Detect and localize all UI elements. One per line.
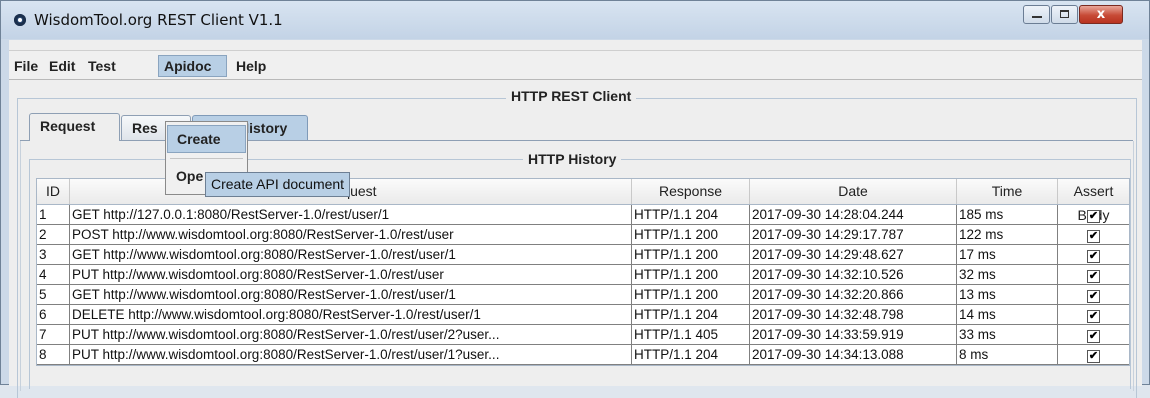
cell-response: HTTP/1.1 204 <box>632 345 750 365</box>
maximize-icon <box>1060 10 1069 18</box>
cell-request: GET http://127.0.0.1:8080/RestServer-1.0… <box>70 205 632 225</box>
cell-request: DELETE http://www.wisdomtool.org:8080/Re… <box>70 305 632 325</box>
table-row[interactable]: 5 GET http://www.wisdomtool.org:8080/Res… <box>37 285 1129 305</box>
title-bar[interactable]: WisdomTool.org REST Client V1.1 x <box>1 1 1149 39</box>
table-row[interactable]: 8 PUT http://www.wisdomtool.org:8080/Res… <box>37 345 1129 365</box>
cell-id: 2 <box>37 225 70 245</box>
cell-response: HTTP/1.1 204 <box>632 305 750 325</box>
table-row[interactable]: 1 GET http://127.0.0.1:8080/RestServer-1… <box>37 205 1129 225</box>
cell-assert-body: ✔ <box>1058 265 1129 285</box>
menu-bar: File Edit Test Apidoc Help <box>9 50 1142 80</box>
column-header-request[interactable]: Request <box>70 179 632 204</box>
cell-assert-body: ✔ <box>1058 285 1129 305</box>
cell-time: 13 ms <box>957 285 1058 305</box>
table-body: 1 GET http://127.0.0.1:8080/RestServer-1… <box>37 205 1129 365</box>
cell-request: PUT http://www.wisdomtool.org:8080/RestS… <box>70 265 632 285</box>
column-header-assert-body[interactable]: Assert Body <box>1058 179 1129 223</box>
assert-checkbox[interactable]: ✔ <box>1087 210 1100 223</box>
cell-response: HTTP/1.1 200 <box>632 285 750 305</box>
cell-date: 2017-09-30 14:29:48.627 <box>750 245 957 265</box>
cell-id: 7 <box>37 325 70 345</box>
assert-checkbox[interactable]: ✔ <box>1087 330 1100 343</box>
cell-response: HTTP/1.1 204 <box>632 205 750 225</box>
table-row[interactable]: 4 PUT http://www.wisdomtool.org:8080/Res… <box>37 265 1129 285</box>
cell-response: HTTP/1.1 405 <box>632 325 750 345</box>
cell-date: 2017-09-30 14:33:59.919 <box>750 325 957 345</box>
cell-assert-body: ✔ <box>1058 245 1129 265</box>
cell-date: 2017-09-30 14:32:20.866 <box>750 285 957 305</box>
cell-assert-body: ✔ <box>1058 305 1129 325</box>
cell-date: 2017-09-30 14:28:04.244 <box>750 205 957 225</box>
cell-id: 6 <box>37 305 70 325</box>
cell-id: 3 <box>37 245 70 265</box>
cell-date: 2017-09-30 14:29:17.787 <box>750 225 957 245</box>
column-header-time[interactable]: Time <box>957 179 1058 204</box>
close-button[interactable]: x <box>1079 5 1123 24</box>
cell-assert-body: ✔ <box>1058 325 1129 345</box>
cell-date: 2017-09-30 14:34:13.088 <box>750 345 957 365</box>
cell-id: 5 <box>37 285 70 305</box>
cell-id: 8 <box>37 345 70 365</box>
cell-assert-body: ✔ <box>1058 225 1129 245</box>
cell-response: HTTP/1.1 200 <box>632 265 750 285</box>
minimize-icon <box>1032 16 1042 18</box>
assert-checkbox[interactable]: ✔ <box>1087 290 1100 303</box>
cell-response: HTTP/1.1 200 <box>632 225 750 245</box>
cell-request: PUT http://www.wisdomtool.org:8080/RestS… <box>70 345 632 365</box>
cell-id: 4 <box>37 265 70 285</box>
menu-separator <box>170 158 243 159</box>
menu-apidoc[interactable]: Apidoc <box>158 55 227 77</box>
menu-edit[interactable]: Edit <box>44 55 80 77</box>
column-header-id[interactable]: ID <box>37 179 70 204</box>
assert-checkbox[interactable]: ✔ <box>1087 270 1100 283</box>
table-row[interactable]: 2 POST http://www.wisdomtool.org:8080/Re… <box>37 225 1129 245</box>
cell-assert-body: ✔ <box>1058 205 1129 225</box>
column-header-response[interactable]: Response <box>632 179 750 204</box>
menu-item-create[interactable]: Create <box>167 125 246 153</box>
cell-date: 2017-09-30 14:32:48.798 <box>750 305 957 325</box>
cell-time: 33 ms <box>957 325 1058 345</box>
create-tooltip: Create API document <box>205 172 351 197</box>
assert-checkbox[interactable]: ✔ <box>1087 350 1100 363</box>
cell-time: 14 ms <box>957 305 1058 325</box>
cell-time: 8 ms <box>957 345 1058 365</box>
cell-request: PUT http://www.wisdomtool.org:8080/RestS… <box>70 325 632 345</box>
maximize-button[interactable] <box>1051 5 1078 24</box>
client-area: File Edit Test Apidoc Help HTTP REST Cli… <box>9 40 1142 398</box>
cell-request: GET http://www.wisdomtool.org:8080/RestS… <box>70 285 632 305</box>
cell-time: 185 ms <box>957 205 1058 225</box>
cell-date: 2017-09-30 14:32:10.526 <box>750 265 957 285</box>
tab-request[interactable]: Request <box>29 113 120 141</box>
history-title: HTTP History <box>523 151 622 167</box>
cell-time: 17 ms <box>957 245 1058 265</box>
assert-checkbox[interactable]: ✔ <box>1087 230 1100 243</box>
cell-response: HTTP/1.1 200 <box>632 245 750 265</box>
assert-checkbox[interactable]: ✔ <box>1087 250 1100 263</box>
cell-time: 122 ms <box>957 225 1058 245</box>
table-row[interactable]: 6 DELETE http://www.wisdomtool.org:8080/… <box>37 305 1129 325</box>
app-window: WisdomTool.org REST Client V1.1 x File E… <box>0 0 1150 398</box>
cell-time: 32 ms <box>957 265 1058 285</box>
cell-request: GET http://www.wisdomtool.org:8080/RestS… <box>70 245 632 265</box>
window-title: WisdomTool.org REST Client V1.1 <box>34 11 283 29</box>
cell-id: 1 <box>37 205 70 225</box>
app-icon <box>14 14 26 26</box>
column-header-date[interactable]: Date <box>750 179 957 204</box>
menu-help[interactable]: Help <box>231 55 271 77</box>
panel-title: HTTP REST Client <box>506 88 637 104</box>
close-icon: x <box>1096 7 1106 22</box>
minimize-button[interactable] <box>1023 5 1050 24</box>
cell-request: POST http://www.wisdomtool.org:8080/Rest… <box>70 225 632 245</box>
cell-assert-body: ✔ <box>1058 345 1129 365</box>
history-table: ID Request Response Date Time Assert Bod… <box>36 178 1130 366</box>
menu-test[interactable]: Test <box>83 55 121 77</box>
assert-checkbox[interactable]: ✔ <box>1087 310 1100 323</box>
table-row[interactable]: 7 PUT http://www.wisdomtool.org:8080/Res… <box>37 325 1129 345</box>
table-row[interactable]: 3 GET http://www.wisdomtool.org:8080/Res… <box>37 245 1129 265</box>
menu-file[interactable]: File <box>9 55 43 77</box>
